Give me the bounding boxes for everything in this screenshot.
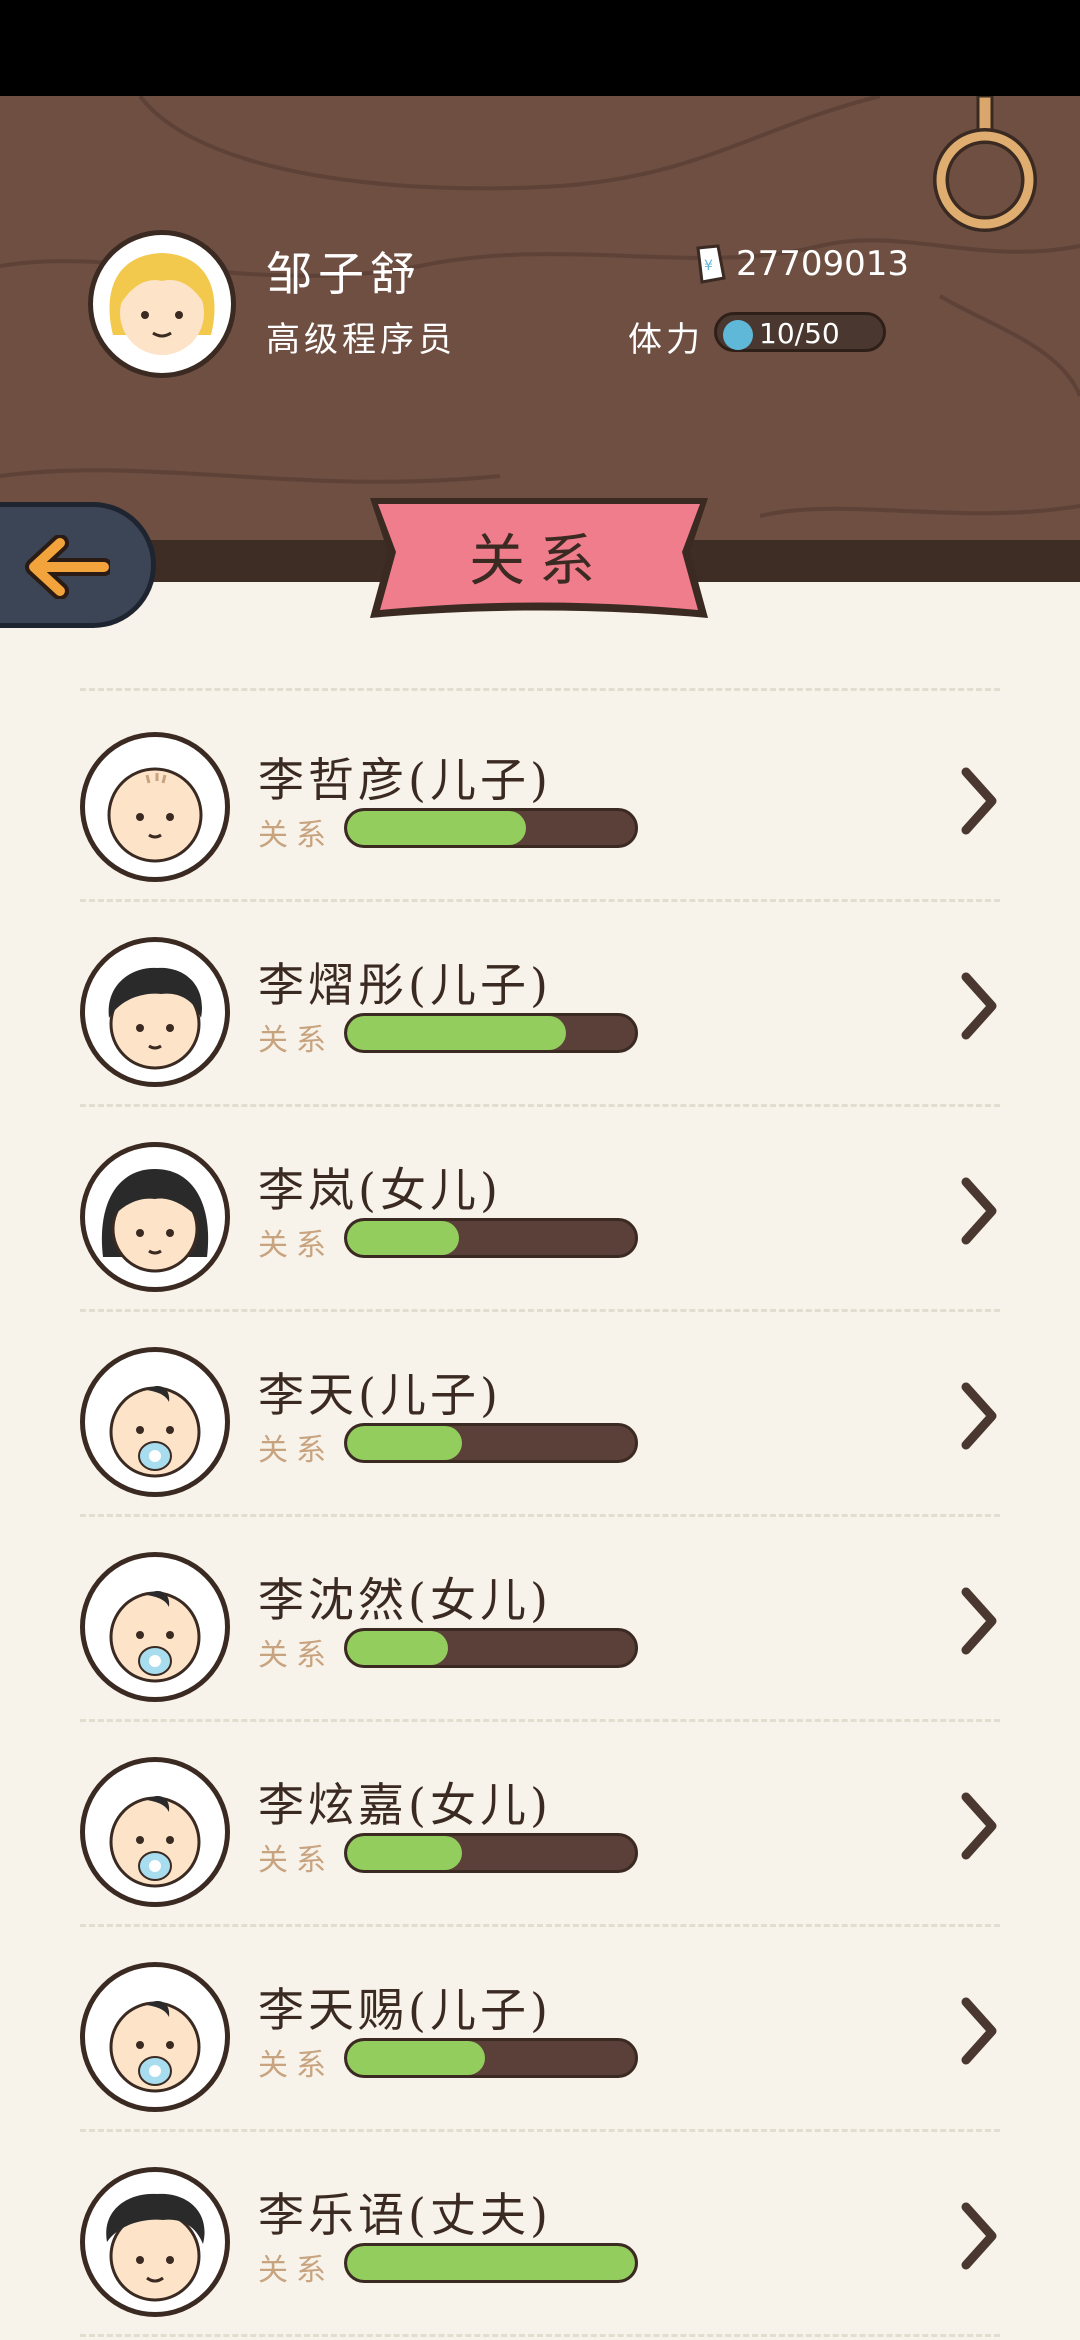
player-name: 邹子舒 [266, 247, 422, 301]
relation-avatar[interactable] [80, 937, 230, 1087]
relation-label: 关系 [258, 2048, 334, 2083]
relation-name: 李炫嘉(女儿) [258, 1778, 552, 1832]
money-display: ¥ 27709013 [690, 244, 909, 284]
chevron-right-icon[interactable] [958, 766, 1002, 836]
stamina-icon [723, 320, 753, 350]
relation-label: 关系 [258, 1638, 334, 1673]
relation-name: 李天(儿子) [258, 1368, 502, 1422]
relation-avatar[interactable] [80, 1962, 230, 2112]
infant-pacifier-icon [109, 2001, 201, 2093]
relation-label: 关系 [258, 1843, 334, 1878]
relation-avatar[interactable] [80, 2167, 230, 2317]
relation-progress-bar [344, 2243, 638, 2283]
list-divider [80, 1924, 1000, 1927]
relation-label: 关系 [258, 818, 334, 853]
banknote-icon: ¥ [696, 244, 726, 284]
money-value: 27709013 [736, 244, 910, 284]
relation-progress-fill [347, 2041, 486, 2075]
blonde-girl-icon [109, 253, 215, 355]
relation-progress-bar [344, 2038, 638, 2078]
infant-pacifier-icon [109, 1796, 201, 1888]
relation-label: 关系 [258, 1228, 334, 1263]
relation-avatar[interactable] [80, 1552, 230, 1702]
relation-avatar[interactable] [80, 1142, 230, 1292]
relation-progress-bar [344, 1423, 638, 1463]
page-title: 关系 [469, 529, 609, 594]
relation-name: 李沈然(女儿) [258, 1573, 552, 1627]
relation-progress-bar [344, 1218, 638, 1258]
chevron-right-icon[interactable] [958, 2201, 1002, 2271]
chevron-right-icon[interactable] [958, 1586, 1002, 1656]
relation-avatar[interactable] [80, 1347, 230, 1497]
relation-name: 李熠彤(儿子) [258, 958, 552, 1012]
relation-name: 李乐语(丈夫) [258, 2188, 552, 2242]
relation-row[interactable]: 李岚(女儿) 关系 [0, 1108, 1080, 1313]
relation-row[interactable]: 李熠彤(儿子) 关系 [0, 903, 1080, 1108]
relation-row[interactable]: 李沈然(女儿) 关系 [0, 1518, 1080, 1723]
stamina-label: 体力 [628, 320, 704, 360]
chevron-right-icon[interactable] [958, 1996, 1002, 2066]
stamina-value: 10/50 [759, 317, 840, 350]
relation-row[interactable]: 李哲彦(儿子) 关系 [0, 698, 1080, 903]
list-divider [80, 1514, 1000, 1517]
relation-label: 关系 [258, 1433, 334, 1468]
relation-progress-fill [347, 1836, 463, 1870]
relation-row[interactable]: 李天(儿子) 关系 [0, 1313, 1080, 1518]
back-button[interactable] [0, 502, 156, 628]
infant-pacifier-icon [109, 1386, 201, 1478]
status-bar [0, 0, 1080, 96]
girl-icon [101, 1169, 209, 1273]
man-icon [106, 2193, 205, 2302]
relation-row[interactable]: 李炫嘉(女儿) 关系 [0, 1723, 1080, 1928]
relation-name: 李天赐(儿子) [258, 1983, 552, 2037]
chevron-right-icon[interactable] [958, 1176, 1002, 1246]
relation-progress-bar [344, 1628, 638, 1668]
infant-pacifier-icon [109, 1591, 201, 1683]
relation-avatar[interactable] [80, 1757, 230, 1907]
relation-label: 关系 [258, 2253, 334, 2288]
relation-progress-fill [347, 1631, 448, 1665]
relation-name: 李岚(女儿) [258, 1163, 502, 1217]
player-title: 高级程序员 [266, 320, 456, 360]
boy-icon [108, 967, 202, 1070]
chevron-right-icon[interactable] [958, 1791, 1002, 1861]
relation-progress-bar [344, 1013, 638, 1053]
list-divider [80, 899, 1000, 902]
list-divider [80, 2334, 1000, 2337]
list-divider [80, 1309, 1000, 1312]
relation-name: 李哲彦(儿子) [258, 753, 552, 807]
relation-progress-bar [344, 808, 638, 848]
relation-progress-bar [344, 1833, 638, 1873]
list-divider [80, 1719, 1000, 1722]
relation-progress-fill [347, 811, 526, 845]
relation-progress-fill [347, 1016, 566, 1050]
menu-ring-icon[interactable] [930, 96, 1040, 236]
list-divider [80, 1104, 1000, 1107]
relation-progress-fill [347, 1426, 463, 1460]
player-avatar[interactable] [88, 230, 236, 378]
list-divider [80, 2129, 1000, 2132]
relation-avatar[interactable] [80, 732, 230, 882]
list-divider [80, 688, 1000, 691]
arrow-left-icon [25, 535, 110, 599]
bald-baby-icon [107, 767, 203, 863]
relation-row[interactable]: 李乐语(丈夫) 关系 [0, 2133, 1080, 2338]
svg-text:¥: ¥ [704, 258, 713, 274]
chevron-right-icon[interactable] [958, 971, 1002, 1041]
relation-progress-fill [347, 2246, 635, 2280]
relation-row[interactable]: 李天赐(儿子) 关系 [0, 1928, 1080, 2133]
relation-progress-fill [347, 1221, 460, 1255]
relation-label: 关系 [258, 1023, 334, 1058]
chevron-right-icon[interactable] [958, 1381, 1002, 1451]
stamina-bar: 10/50 [714, 312, 886, 352]
